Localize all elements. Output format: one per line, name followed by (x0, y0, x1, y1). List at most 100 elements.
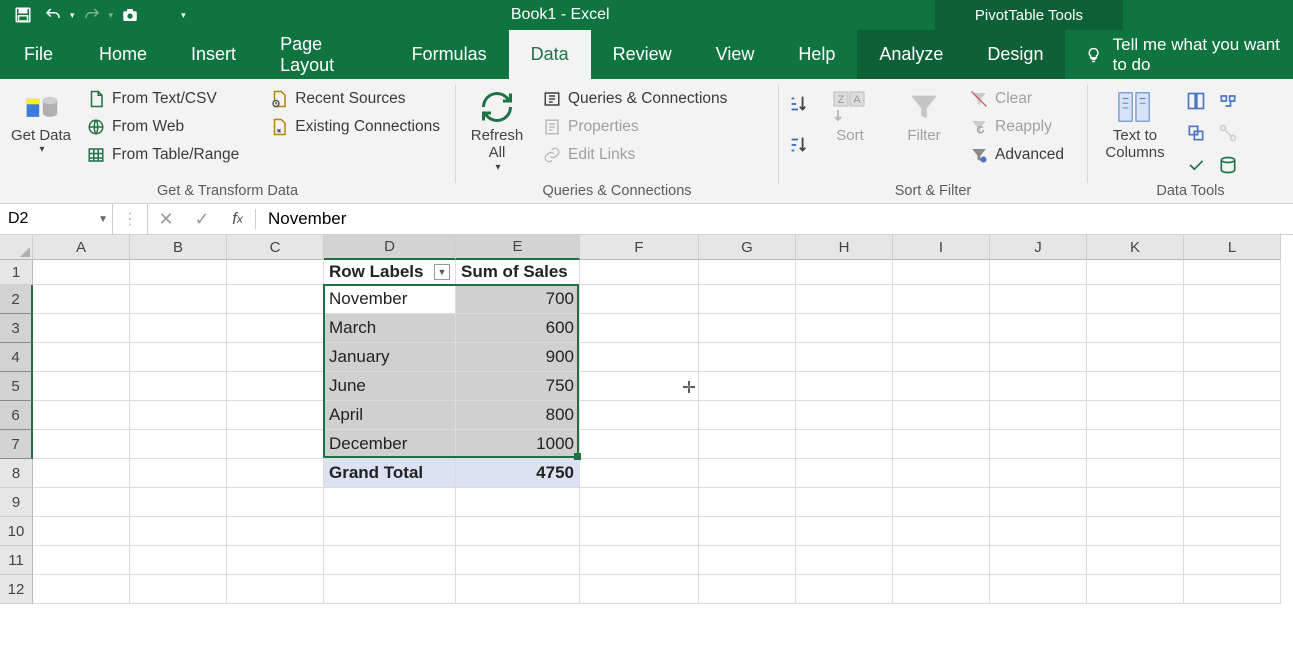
tab-analyze[interactable]: Analyze (857, 30, 965, 79)
cell[interactable] (893, 517, 990, 546)
cell[interactable] (33, 260, 130, 285)
cell[interactable] (1087, 372, 1184, 401)
cell[interactable] (130, 372, 227, 401)
column-header[interactable]: H (796, 235, 893, 260)
cell[interactable] (130, 285, 227, 314)
cell[interactable] (893, 343, 990, 372)
cell[interactable] (580, 546, 699, 575)
cell[interactable] (130, 343, 227, 372)
column-header[interactable]: C (227, 235, 324, 260)
tab-design[interactable]: Design (965, 30, 1065, 79)
cell[interactable] (893, 285, 990, 314)
cell[interactable] (1184, 517, 1281, 546)
tab-view[interactable]: View (694, 30, 777, 79)
formula-input[interactable]: November (256, 204, 1293, 234)
row-header[interactable]: 6 (0, 401, 33, 430)
cell[interactable] (33, 459, 130, 488)
cell[interactable] (990, 343, 1087, 372)
cell[interactable] (130, 575, 227, 604)
cell[interactable] (1184, 575, 1281, 604)
enter-icon[interactable]: ✓ (184, 209, 220, 230)
column-header[interactable]: D (324, 235, 456, 260)
remove-duplicates-icon[interactable] (1182, 119, 1210, 147)
cell[interactable] (796, 314, 893, 343)
cell[interactable] (580, 575, 699, 604)
cell[interactable] (130, 546, 227, 575)
cell[interactable] (990, 459, 1087, 488)
tell-me[interactable]: Tell me what you want to do (1065, 30, 1293, 79)
cell[interactable] (796, 260, 893, 285)
redo-icon[interactable] (79, 2, 105, 28)
relationships-icon[interactable] (1214, 119, 1242, 147)
cell[interactable]: 800 (456, 401, 580, 430)
cell[interactable] (893, 314, 990, 343)
row-header[interactable]: 3 (0, 314, 33, 343)
clear-filter-button[interactable]: Clear (965, 87, 1068, 111)
cell[interactable]: 600 (456, 314, 580, 343)
cell[interactable] (1184, 546, 1281, 575)
cell[interactable]: December (324, 430, 456, 459)
cell[interactable] (796, 285, 893, 314)
cell[interactable] (990, 285, 1087, 314)
cell[interactable] (33, 575, 130, 604)
cell[interactable] (580, 372, 699, 401)
tab-review[interactable]: Review (591, 30, 694, 79)
cell[interactable] (227, 546, 324, 575)
existing-connections-button[interactable]: Existing Connections (265, 115, 444, 139)
cell[interactable] (130, 517, 227, 546)
sort-button[interactable]: ZA Sort (817, 87, 883, 144)
cell[interactable] (227, 372, 324, 401)
get-data-button[interactable]: Get Data▾ (8, 87, 74, 156)
cell[interactable]: Sum of Sales (456, 260, 580, 285)
cell[interactable]: April (324, 401, 456, 430)
cell[interactable] (130, 401, 227, 430)
cell[interactable]: Row Labels▼ (324, 260, 456, 285)
cell[interactable] (227, 517, 324, 546)
cell[interactable] (1087, 546, 1184, 575)
cell[interactable] (33, 488, 130, 517)
column-header[interactable]: L (1184, 235, 1281, 260)
cell[interactable] (1087, 430, 1184, 459)
row-header[interactable]: 11 (0, 546, 33, 575)
cell[interactable]: January (324, 343, 456, 372)
manage-data-model-icon[interactable] (1214, 151, 1242, 179)
cell[interactable] (699, 517, 796, 546)
cell[interactable] (699, 575, 796, 604)
name-box[interactable]: D2 ▼ (0, 204, 113, 234)
cell[interactable] (990, 430, 1087, 459)
cell[interactable] (227, 343, 324, 372)
cell[interactable] (699, 488, 796, 517)
cell[interactable]: 750 (456, 372, 580, 401)
edit-links-button[interactable]: Edit Links (538, 143, 731, 167)
cell[interactable]: 4750 (456, 459, 580, 488)
cell[interactable] (130, 314, 227, 343)
cell[interactable] (1087, 401, 1184, 430)
reapply-button[interactable]: Reapply (965, 115, 1068, 139)
column-header[interactable]: E (456, 235, 580, 260)
cell[interactable] (130, 488, 227, 517)
tab-help[interactable]: Help (776, 30, 857, 79)
cell[interactable] (227, 459, 324, 488)
cell[interactable] (796, 575, 893, 604)
cell[interactable] (893, 546, 990, 575)
row-header[interactable]: 10 (0, 517, 33, 546)
cell[interactable] (1184, 459, 1281, 488)
cell[interactable] (1087, 260, 1184, 285)
cell[interactable] (699, 372, 796, 401)
cell[interactable] (324, 488, 456, 517)
cell[interactable] (33, 285, 130, 314)
cell[interactable] (699, 260, 796, 285)
cell[interactable] (580, 488, 699, 517)
cell[interactable] (580, 343, 699, 372)
column-header[interactable]: B (130, 235, 227, 260)
cell[interactable] (1087, 285, 1184, 314)
cell[interactable] (33, 430, 130, 459)
cell[interactable] (1184, 372, 1281, 401)
cell[interactable] (456, 575, 580, 604)
cell[interactable] (227, 285, 324, 314)
save-icon[interactable] (10, 2, 36, 28)
cell[interactable] (580, 285, 699, 314)
cell[interactable] (893, 401, 990, 430)
cell[interactable] (796, 343, 893, 372)
cell[interactable] (456, 546, 580, 575)
